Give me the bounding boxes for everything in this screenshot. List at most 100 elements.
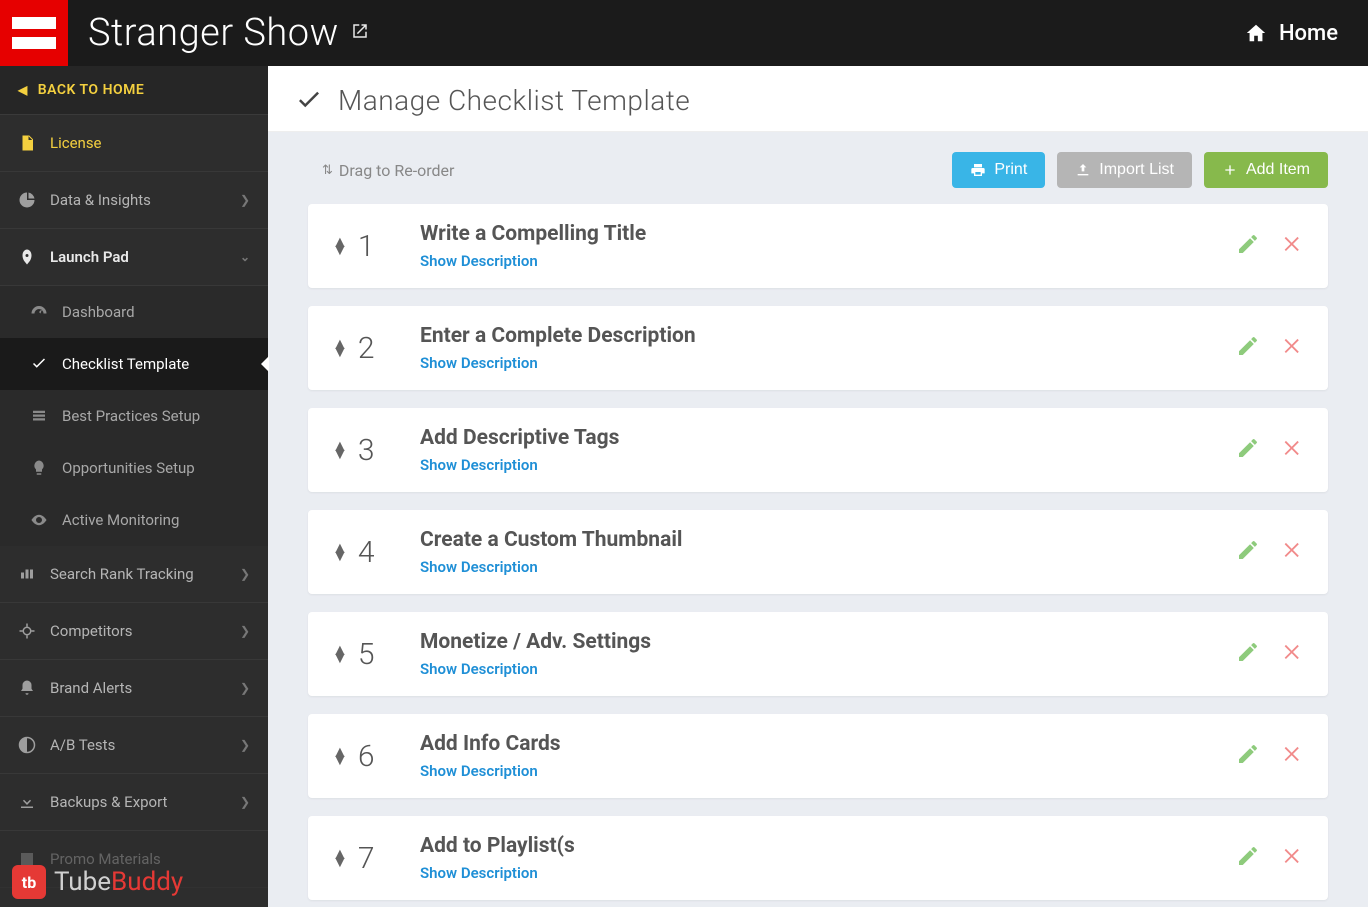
drag-handle-icon[interactable]: ▲▼ <box>332 748 348 764</box>
sidebar-sub-checklist-template[interactable]: Checklist Template <box>0 338 268 390</box>
drag-handle-icon[interactable]: ▲▼ <box>332 850 348 866</box>
item-title: Add Info Cards <box>420 732 1208 756</box>
sidebar-item-brand-alerts[interactable]: Brand Alerts ❯ <box>0 660 268 717</box>
target-icon <box>18 622 36 640</box>
item-title: Add Descriptive Tags <box>420 426 1208 450</box>
drag-handle-icon[interactable]: ▲▼ <box>332 238 348 254</box>
tubebuddy-logo-icon: tb <box>12 865 46 899</box>
edit-button[interactable] <box>1236 640 1260 668</box>
back-to-home[interactable]: ◀ BACK TO HOME <box>0 66 268 115</box>
show-description-link[interactable]: Show Description <box>420 660 538 678</box>
top-bar: Stranger Show Home <box>0 0 1368 66</box>
sidebar-sub-dashboard[interactable]: Dashboard <box>0 286 268 338</box>
sidebar-item-launch-pad[interactable]: Launch Pad ⌄ <box>0 229 268 286</box>
app-logo[interactable] <box>0 0 68 66</box>
chevron-right-icon: ❯ <box>240 681 250 695</box>
main-content: Manage Checklist Template ⇅ Drag to Re-o… <box>268 66 1368 907</box>
drag-handle-icon[interactable]: ▲▼ <box>332 646 348 662</box>
show-description-link[interactable]: Show Description <box>420 762 538 780</box>
app-title: Stranger Show <box>88 11 369 55</box>
home-link[interactable]: Home <box>1245 21 1338 46</box>
show-description-link[interactable]: Show Description <box>420 456 538 474</box>
delete-button[interactable] <box>1282 335 1304 361</box>
bars-icon <box>18 565 36 583</box>
sidebar-item-backups-export[interactable]: Backups & Export ❯ <box>0 774 268 831</box>
sidebar-item-data-insights[interactable]: Data & Insights ❯ <box>0 172 268 229</box>
sidebar-sub-active-monitoring[interactable]: Active Monitoring <box>0 494 268 546</box>
caret-left-icon: ◀ <box>18 83 28 97</box>
plus-icon <box>1222 162 1238 178</box>
checklist-item: ▲▼ 1 Write a Compelling Title Show Descr… <box>308 204 1328 288</box>
drag-handle-icon[interactable]: ▲▼ <box>332 340 348 356</box>
rocket-icon <box>18 248 36 266</box>
chevron-right-icon: ❯ <box>240 567 250 581</box>
sidebar-sub-opportunities[interactable]: Opportunities Setup <box>0 442 268 494</box>
edit-button[interactable] <box>1236 436 1260 464</box>
drag-handle-icon[interactable]: ▲▼ <box>332 442 348 458</box>
sidebar-item-competitors[interactable]: Competitors ❯ <box>0 603 268 660</box>
show-description-link[interactable]: Show Description <box>420 252 538 270</box>
external-link-icon[interactable] <box>351 22 369 45</box>
sidebar-item-license[interactable]: License <box>0 115 268 172</box>
contrast-icon <box>18 736 36 754</box>
sidebar-sub-best-practices[interactable]: Best Practices Setup <box>0 390 268 442</box>
add-item-button[interactable]: Add Item <box>1204 152 1328 188</box>
edit-button[interactable] <box>1236 538 1260 566</box>
home-icon <box>1245 22 1267 44</box>
item-number: 1 <box>358 229 375 264</box>
document-icon <box>18 134 36 152</box>
show-description-link[interactable]: Show Description <box>420 864 538 882</box>
edit-button[interactable] <box>1236 844 1260 872</box>
print-icon <box>970 162 986 178</box>
item-title: Enter a Complete Description <box>420 324 1208 348</box>
page-title: Manage Checklist Template <box>338 84 690 117</box>
sidebar: ◀ BACK TO HOME License Data & Insights ❯… <box>0 66 268 907</box>
drag-handle-icon[interactable]: ▲▼ <box>332 544 348 560</box>
sidebar-item-search-rank[interactable]: Search Rank Tracking ❯ <box>0 546 268 603</box>
show-description-link[interactable]: Show Description <box>420 558 538 576</box>
sort-icon: ⇅ <box>322 163 333 178</box>
item-title: Write a Compelling Title <box>420 222 1208 246</box>
gauge-icon <box>30 303 48 321</box>
sidebar-item-ab-tests[interactable]: A/B Tests ❯ <box>0 717 268 774</box>
item-number: 3 <box>358 433 375 468</box>
eye-icon <box>30 511 48 529</box>
page-header: Manage Checklist Template <box>268 66 1368 132</box>
bell-icon <box>18 679 36 697</box>
delete-button[interactable] <box>1282 437 1304 463</box>
checklist-item: ▲▼ 4 Create a Custom Thumbnail Show Desc… <box>308 510 1328 594</box>
print-button[interactable]: Print <box>952 152 1045 188</box>
item-number: 7 <box>358 841 375 876</box>
show-description-link[interactable]: Show Description <box>420 354 538 372</box>
delete-button[interactable] <box>1282 845 1304 871</box>
chevron-down-icon: ⌄ <box>240 250 250 264</box>
tubebuddy-brand: tb TubeBuddy <box>12 865 183 899</box>
item-number: 2 <box>358 331 375 366</box>
chevron-right-icon: ❯ <box>240 738 250 752</box>
item-title: Monetize / Adv. Settings <box>420 630 1208 654</box>
drag-hint: ⇅ Drag to Re-order <box>322 161 454 180</box>
pie-chart-icon <box>18 191 36 209</box>
checklist-item: ▲▼ 7 Add to Playlist(s Show Description <box>308 816 1328 900</box>
chevron-right-icon: ❯ <box>240 624 250 638</box>
item-number: 6 <box>358 739 375 774</box>
chevron-right-icon: ❯ <box>240 193 250 207</box>
toolbar: ⇅ Drag to Re-order Print Import List Add… <box>308 152 1328 188</box>
item-title: Add to Playlist(s <box>420 834 1208 858</box>
delete-button[interactable] <box>1282 539 1304 565</box>
delete-button[interactable] <box>1282 743 1304 769</box>
list-icon <box>30 407 48 425</box>
edit-button[interactable] <box>1236 232 1260 260</box>
chevron-right-icon: ❯ <box>240 795 250 809</box>
checklist-item: ▲▼ 6 Add Info Cards Show Description <box>308 714 1328 798</box>
item-number: 4 <box>358 535 375 570</box>
bulb-icon <box>30 459 48 477</box>
checklist-item: ▲▼ 3 Add Descriptive Tags Show Descripti… <box>308 408 1328 492</box>
delete-button[interactable] <box>1282 233 1304 259</box>
delete-button[interactable] <box>1282 641 1304 667</box>
import-list-button[interactable]: Import List <box>1057 152 1192 188</box>
check-icon <box>294 86 324 116</box>
edit-button[interactable] <box>1236 742 1260 770</box>
edit-button[interactable] <box>1236 334 1260 362</box>
checklist-item: ▲▼ 5 Monetize / Adv. Settings Show Descr… <box>308 612 1328 696</box>
